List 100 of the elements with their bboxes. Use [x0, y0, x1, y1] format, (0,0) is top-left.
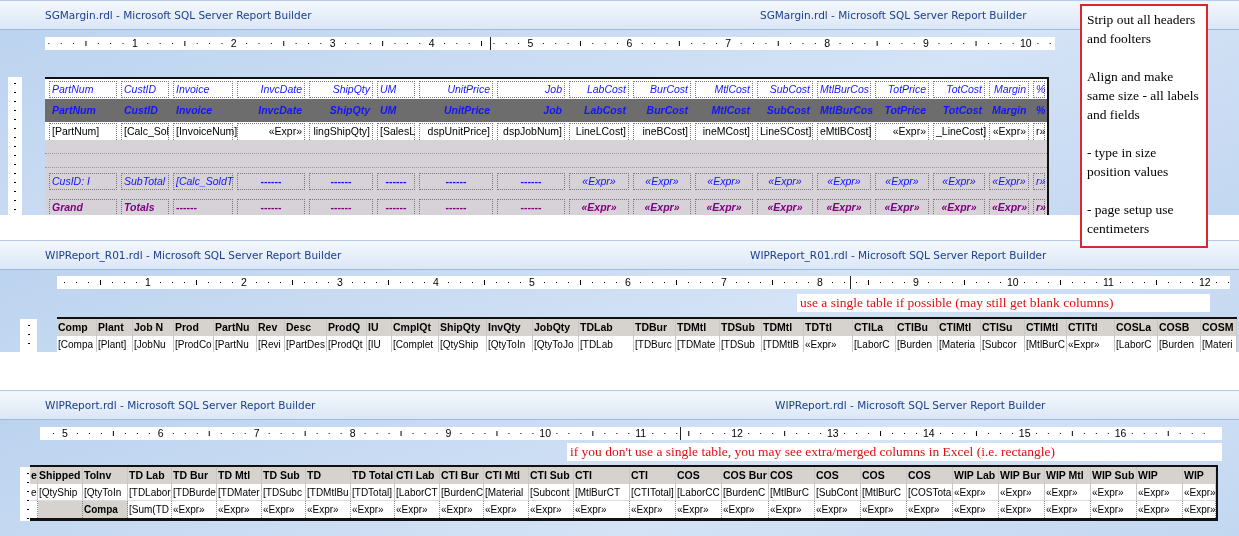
- ruler-number: 1: [144, 276, 152, 289]
- window-title: WIPReport_R01.rdl - Microsoft SQL Server Report Builder: [750, 249, 1047, 261]
- ruler-number: 7: [724, 37, 733, 50]
- table-cell: ineBCost]: [633, 122, 691, 140]
- table-cell: [TDSubc: [262, 484, 306, 501]
- table-cell: «Expr»: [695, 172, 753, 190]
- column-label: InvcDate: [237, 80, 305, 98]
- table-cell: [PartNum]: [49, 122, 117, 140]
- ruler-number: 6: [156, 427, 165, 440]
- column-label: UnitPrice: [419, 80, 493, 98]
- ruler-number: 5: [60, 427, 69, 440]
- table-cell: «Expr»: [237, 122, 305, 140]
- table-cell: «Expr»: [1183, 484, 1216, 501]
- table-cell: [Sum(TD: [128, 501, 172, 518]
- table-cell: «Expr»: [769, 501, 815, 518]
- table-cell: ineMCost]: [695, 122, 753, 140]
- table-cell: «Expr»: [574, 501, 630, 518]
- column-label: Invoice: [173, 80, 233, 98]
- ruler-number: 5: [526, 37, 535, 50]
- table-cell: «Expr»: [217, 501, 262, 518]
- ruler-number: 14: [922, 427, 933, 440]
- table-cell: ------: [237, 172, 305, 190]
- table-cell: [COSTota: [907, 484, 953, 501]
- table-cell: «Expr»: [1137, 484, 1183, 501]
- column-label: TotPrice: [875, 80, 929, 98]
- table-cell: r»: [1033, 172, 1045, 190]
- table-cell: «Expr»: [306, 501, 351, 518]
- column-label: SubCost: [757, 80, 813, 98]
- table-cell: «Expr»: [875, 172, 929, 190]
- table-cell: LineSCost]: [757, 122, 813, 140]
- table-cell: dspUnitPrice]: [419, 122, 493, 140]
- column-label: MtlCost: [695, 80, 753, 98]
- ruler-number: 8: [816, 276, 824, 289]
- ruler-number: 3: [328, 37, 337, 50]
- table-cell: _LineCost]: [933, 122, 985, 140]
- table-cell: «Expr»: [817, 172, 871, 190]
- ruler-number: 8: [348, 427, 357, 440]
- ruler-number: 15: [1018, 427, 1029, 440]
- column-label: PartNum: [49, 80, 117, 98]
- ruler-number: 10: [1019, 37, 1030, 50]
- table-cell: r»: [1033, 122, 1045, 140]
- table-cell: «Expr»: [172, 501, 217, 518]
- ruler-number: 6: [625, 37, 634, 50]
- annotation-text: if you don't use a single table, you may see extra/merged columns in Excel (i.e. rectangle): [567, 443, 1222, 461]
- window-title: WIPReport.rdl - Microsoft SQL Server Report Builder: [775, 399, 1046, 411]
- table-cell: [LaborCT: [395, 484, 440, 501]
- table-cell: «Expr»: [999, 484, 1045, 501]
- table-cell: lingShipQty]: [309, 122, 373, 140]
- ruler-number: 6: [624, 276, 632, 289]
- ruler-number: 5: [528, 276, 536, 289]
- table-cell: [TDMater: [217, 484, 262, 501]
- ruler-number: 7: [720, 276, 728, 289]
- column-label: ShipQty: [309, 80, 373, 98]
- note-text: - page setup use centimeters: [1087, 201, 1175, 238]
- table-cell: «Expr»: [1045, 484, 1091, 501]
- ruler-number: 7: [252, 427, 261, 440]
- ruler-number: 10: [1007, 276, 1017, 289]
- window-title: WIPReport_R01.rdl - Microsoft SQL Server Report Builder: [45, 249, 342, 261]
- column-label: LabCost: [569, 80, 629, 98]
- table-cell: «Expr»: [722, 501, 769, 518]
- table-cell: [MtlBurC: [861, 484, 907, 501]
- table-cell: «Expr»: [633, 172, 691, 190]
- table-cell: LineLCost]: [569, 122, 629, 140]
- table-cell: [38, 501, 83, 518]
- ruler-number: 9: [922, 37, 930, 50]
- ruler-number: 4: [432, 276, 440, 289]
- column-label: BurCost: [633, 80, 691, 98]
- ruler-number: 11: [1103, 276, 1113, 289]
- ruler-number: 16: [1114, 427, 1125, 440]
- table-cell: «Expr»: [1091, 484, 1137, 501]
- ruler-number: 10: [539, 427, 550, 440]
- column-label: Margin: [989, 80, 1029, 98]
- ruler-number: 9: [912, 276, 920, 289]
- table-cell: «Expr»: [875, 122, 929, 140]
- table-cell: «Expr»: [907, 501, 953, 518]
- table-cell: «Expr»: [395, 501, 440, 518]
- column-label: Job: [497, 80, 565, 98]
- table-cell: «Expr»: [989, 122, 1029, 140]
- table-cell: «Expr»: [484, 501, 529, 518]
- table-cell: [TDLabor: [128, 484, 172, 501]
- table-cell: «Expr»: [815, 501, 861, 518]
- table-cell: «Expr»: [933, 172, 985, 190]
- table-cell: e: [30, 484, 38, 501]
- ruler-number: 12: [1199, 276, 1209, 289]
- table-cell: [SalesL: [377, 122, 415, 140]
- ruler-number: 3: [336, 276, 344, 289]
- table-cell: [Calc_SoldT: [173, 172, 233, 190]
- note-text: - type in size position values: [1087, 144, 1170, 181]
- table-cell: «Expr»: [953, 484, 999, 501]
- ruler-number: 13: [827, 427, 837, 440]
- table-cell: «Expr»: [999, 501, 1045, 518]
- table-cell: ------: [497, 172, 565, 190]
- table-cell: «Expr»: [757, 172, 813, 190]
- table-cell: «Expr»: [676, 501, 722, 518]
- table-cell: [MtlBurC: [769, 484, 815, 501]
- table-cell: «Expr»: [1183, 501, 1216, 518]
- table-cell: «Expr»: [630, 501, 676, 518]
- ruler-number: 8: [823, 37, 832, 50]
- ruler-cursor: [490, 37, 491, 50]
- window-title: SGMargin.rdl - Microsoft SQL Server Report Builder: [760, 9, 1027, 21]
